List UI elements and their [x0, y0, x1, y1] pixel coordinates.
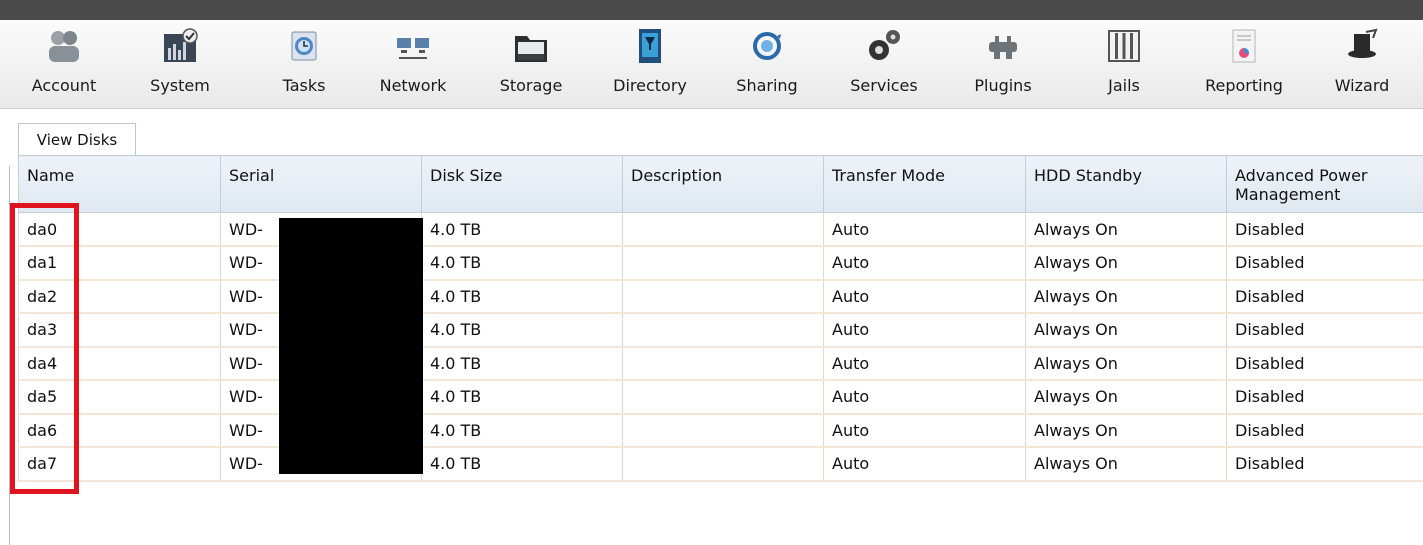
cell-description — [622, 447, 824, 482]
toolbar-network-button[interactable]: Network — [370, 20, 456, 108]
jails-icon — [1108, 30, 1140, 62]
cell-hdd-standby: Always On — [1025, 413, 1227, 448]
cell-transfer-mode: Auto — [823, 380, 1026, 415]
toolbar-jails-button[interactable]: Jails — [1084, 20, 1164, 108]
cell-transfer-mode: Auto — [823, 447, 1026, 482]
wizard-icon — [1348, 28, 1378, 58]
cell-transfer-mode: Auto — [823, 246, 1026, 281]
cell-description — [622, 346, 824, 381]
cell-hdd-standby: Always On — [1025, 212, 1227, 247]
system-icon — [164, 28, 198, 62]
cell-description — [622, 313, 824, 348]
serial-redaction-box — [279, 218, 423, 474]
cell-transfer-mode: Auto — [823, 313, 1026, 348]
cell-hdd-standby: Always On — [1025, 279, 1227, 314]
toolbar-storage-button[interactable]: Storage — [488, 20, 574, 108]
cell-hdd-standby: Always On — [1025, 447, 1227, 482]
toolbar-label: Jails — [1108, 76, 1140, 95]
cell-disk-size: 4.0 TB — [421, 447, 623, 482]
cell-description — [622, 413, 824, 448]
column-header-disk-size[interactable]: Disk Size — [421, 155, 623, 213]
cell-description — [622, 212, 824, 247]
tab-view-disks[interactable]: View Disks — [18, 123, 136, 156]
cell-hdd-standby: Always On — [1025, 380, 1227, 415]
cell-description — [622, 380, 824, 415]
table-row[interactable]: da5 WD- 4.0 TB Auto Always On Disabled — [18, 380, 1423, 415]
services-icon — [869, 30, 900, 60]
column-header-serial[interactable]: Serial — [220, 155, 422, 213]
toolbar-label: Network — [379, 76, 447, 95]
cell-transfer-mode: Auto — [823, 279, 1026, 314]
cell-transfer-mode: Auto — [823, 413, 1026, 448]
table-row[interactable]: da0 WD- 4.0 TB Auto Always On Disabled — [18, 212, 1423, 247]
account-icon — [49, 31, 79, 62]
storage-icon — [515, 36, 547, 62]
toolbar-label: Reporting — [1205, 76, 1283, 95]
cell-disk-size: 4.0 TB — [421, 413, 623, 448]
table-row[interactable]: da7 WD- 4.0 TB Auto Always On Disabled — [18, 447, 1423, 482]
cell-apm: Disabled — [1226, 413, 1423, 448]
table-row[interactable]: da4 WD- 4.0 TB Auto Always On Disabled — [18, 346, 1423, 381]
table-row[interactable]: da6 WD- 4.0 TB Auto Always On Disabled — [18, 413, 1423, 448]
toolbar-system-button[interactable]: System — [137, 20, 223, 108]
toolbar-label: System — [150, 76, 210, 95]
toolbar-wizard-button[interactable]: Wizard — [1320, 20, 1404, 108]
cell-disk-size: 4.0 TB — [421, 279, 623, 314]
toolbar-reporting-button[interactable]: Reporting — [1196, 20, 1292, 108]
cell-hdd-standby: Always On — [1025, 313, 1227, 348]
cell-apm: Disabled — [1226, 246, 1423, 281]
window-top-bar — [0, 0, 1423, 21]
name-column-highlight-box — [10, 203, 79, 494]
cell-apm: Disabled — [1226, 447, 1423, 482]
cell-apm: Disabled — [1226, 212, 1423, 247]
toolbar-label: Storage — [499, 76, 563, 95]
cell-apm: Disabled — [1226, 279, 1423, 314]
toolbar-tasks-button[interactable]: Tasks — [264, 20, 344, 108]
toolbar-label: Wizard — [1334, 76, 1390, 95]
tab-strip: View Disks — [0, 109, 1423, 156]
directory-icon — [639, 29, 661, 63]
toolbar-label: Plugins — [974, 76, 1032, 95]
cell-disk-size: 4.0 TB — [421, 313, 623, 348]
cell-description — [622, 279, 824, 314]
toolbar-plugins-button[interactable]: Plugins — [965, 20, 1041, 108]
cell-apm: Disabled — [1226, 346, 1423, 381]
column-header-hdd-standby[interactable]: HDD Standby — [1025, 155, 1227, 213]
toolbar-label: Tasks — [282, 76, 326, 95]
sharing-icon — [753, 32, 781, 60]
cell-disk-size: 4.0 TB — [421, 346, 623, 381]
toolbar-label: Services — [850, 76, 918, 95]
toolbar-label: Account — [31, 76, 97, 95]
cell-disk-size: 4.0 TB — [421, 246, 623, 281]
cell-transfer-mode: Auto — [823, 346, 1026, 381]
table-header-row: Name Serial Disk Size Description Transf… — [18, 155, 1423, 213]
reporting-icon — [1232, 29, 1256, 63]
cell-transfer-mode: Auto — [823, 212, 1026, 247]
table-row[interactable]: da1 WD- 4.0 TB Auto Always On Disabled — [18, 246, 1423, 281]
tasks-icon — [291, 31, 317, 61]
cell-description — [622, 246, 824, 281]
toolbar-label: Directory — [613, 76, 687, 95]
toolbar-sharing-button[interactable]: Sharing — [727, 20, 807, 108]
column-header-description[interactable]: Description — [622, 155, 824, 213]
main-toolbar: Account System Tasks Network Storage Dir… — [0, 20, 1423, 109]
toolbar-directory-button[interactable]: Directory — [602, 20, 698, 108]
cell-apm: Disabled — [1226, 313, 1423, 348]
cell-disk-size: 4.0 TB — [421, 212, 623, 247]
table-row[interactable]: da3 WD- 4.0 TB Auto Always On Disabled — [18, 313, 1423, 348]
disks-table: Name Serial Disk Size Description Transf… — [18, 155, 1423, 482]
column-header-apm[interactable]: Advanced Power Management — [1226, 155, 1423, 213]
toolbar-account-button[interactable]: Account — [18, 20, 110, 108]
cell-apm: Disabled — [1226, 380, 1423, 415]
column-header-transfer-mode[interactable]: Transfer Mode — [823, 155, 1026, 213]
table-row[interactable]: da2 WD- 4.0 TB Auto Always On Disabled — [18, 279, 1423, 314]
cell-hdd-standby: Always On — [1025, 246, 1227, 281]
plugins-icon — [989, 36, 1017, 59]
network-icon — [397, 38, 429, 59]
toolbar-label: Sharing — [736, 76, 798, 95]
cell-disk-size: 4.0 TB — [421, 380, 623, 415]
cell-hdd-standby: Always On — [1025, 346, 1227, 381]
toolbar-services-button[interactable]: Services — [840, 20, 928, 108]
